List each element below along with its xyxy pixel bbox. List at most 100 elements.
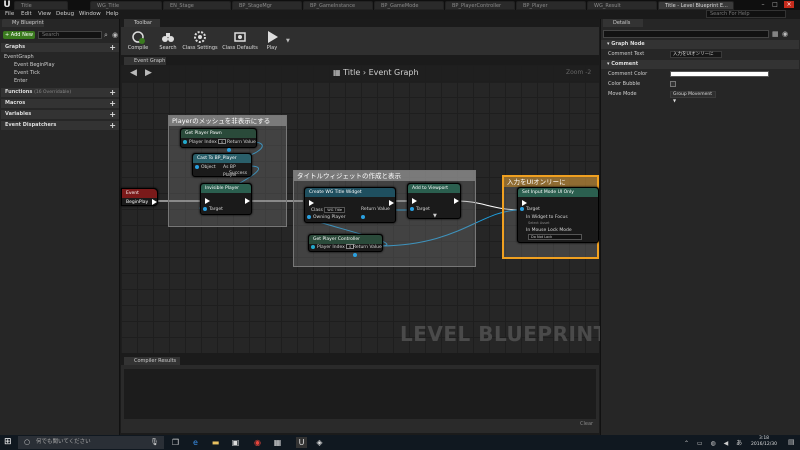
cast-title: Cast To BP_Player — [193, 154, 251, 163]
invisible-player-node[interactable]: Invisible Player Target — [200, 183, 252, 215]
player-index-value[interactable]: 0 — [218, 139, 227, 144]
widget-focus-select[interactable]: Select Asset — [528, 219, 549, 227]
cast-object-label: Object — [201, 165, 216, 170]
microphone-icon[interactable]: 🎙 — [150, 436, 159, 449]
controller-return-pin[interactable]: Return Value — [353, 244, 382, 257]
comment-title-1: Playerのメッシュを非表示にする — [169, 116, 286, 126]
compiler-output[interactable] — [124, 369, 596, 419]
add-to-viewport-node[interactable]: Add to Viewport Target ▼ — [407, 183, 461, 219]
widget-return-label: Return Value — [361, 207, 390, 212]
comment-title-2: タイトルウィジェットの作成と表示 — [294, 171, 475, 181]
mouse-lock-label: In Mouse Lock Mode — [526, 228, 572, 233]
controller-label: Get Player Controller — [313, 237, 361, 242]
store-icon[interactable]: ▣ — [230, 437, 241, 448]
move-mode-label: Move Mode — [608, 91, 637, 97]
app-icon[interactable]: ▦ — [272, 437, 283, 448]
collapse-chevron-icon: ▾ — [607, 41, 610, 47]
invisible-title: Invisible Player — [201, 184, 251, 193]
comment-color-label: Comment Color — [608, 71, 648, 77]
notification-icon[interactable]: ▤ — [788, 438, 795, 446]
cast-success-pin[interactable]: Success — [229, 170, 247, 178]
widget-focus-hint: Select Asset — [528, 221, 550, 225]
grid-view-icon[interactable]: ▦ — [772, 30, 779, 38]
viewport-target-pin[interactable]: Target — [410, 206, 430, 214]
owning-player-pin[interactable]: Owning Player — [307, 214, 345, 222]
object-pin-icon — [195, 164, 199, 169]
get-player-pawn-title: Get Player Pawn — [181, 129, 256, 138]
expand-chevron-icon[interactable]: ▼ — [433, 213, 437, 219]
color-bubble-checkbox[interactable] — [670, 81, 676, 87]
invisible-label: Invisible Player — [205, 186, 239, 191]
tray-icons[interactable]: ⌃ ▭ ◍ ◀ あ — [684, 438, 745, 447]
taskbar-search-input[interactable]: 何でも聞いてください — [18, 436, 164, 449]
set-input-target-label: Target — [526, 207, 540, 212]
player-index-pin[interactable]: Player Index 0 — [183, 139, 227, 147]
comment-section[interactable]: ▾ Comment — [601, 60, 799, 69]
get-player-controller-node[interactable]: Get Player Controller Player Index 0 Ret… — [308, 234, 383, 257]
class-pin[interactable]: Class WG Title — [311, 206, 346, 214]
cast-object-pin[interactable]: Object — [195, 164, 216, 172]
collapse-chevron-icon: ▾ — [607, 61, 610, 67]
owning-player-label: Owning Player — [313, 215, 346, 220]
cast-success-label: Success — [229, 171, 248, 176]
object-pin-icon — [353, 252, 357, 257]
level-blueprint-watermark: LEVEL BLUEPRINT — [400, 322, 608, 346]
event-beginplay-node[interactable]: Event BeginPlay — [121, 188, 158, 206]
eye-icon[interactable]: ◉ — [782, 30, 788, 38]
explorer-icon[interactable]: ▬ — [210, 437, 221, 448]
details-search-input[interactable] — [603, 30, 769, 38]
chevron-down-icon: ▼ — [673, 98, 677, 103]
graph-node-section[interactable]: ▾ Graph Node — [601, 40, 799, 49]
set-input-target-pin[interactable]: Target — [520, 206, 540, 214]
cast-label: Cast To BP_Player — [197, 156, 237, 161]
widget-return-pin[interactable]: Return Value — [361, 206, 395, 219]
exec-out-pin[interactable] — [152, 199, 157, 205]
windows-start-icon[interactable]: ⊞ — [4, 436, 12, 449]
class-value[interactable]: WG Title — [324, 207, 346, 213]
comment-color-swatch[interactable] — [670, 71, 769, 77]
invisible-target-pin[interactable]: Target — [203, 206, 223, 214]
cast-bp-player-node[interactable]: Cast To BP_Player Object As BP Player Su… — [192, 153, 252, 178]
controller-index-pin[interactable]: Player Index 0 — [311, 244, 355, 252]
viewport-target-label: Target — [416, 207, 430, 212]
controller-title: Get Player Controller — [309, 235, 382, 244]
create-widget-node[interactable]: Create WG Title Widget Class WG Title Re… — [304, 187, 396, 223]
comment-text-label: Comment Text — [608, 51, 645, 57]
exec-in-pin[interactable] — [205, 198, 210, 204]
set-input-label: Set Input Mode UI Only — [522, 190, 574, 195]
exec-out-pin[interactable] — [245, 198, 250, 204]
exec-out-pin[interactable] — [454, 198, 459, 204]
create-widget-label: Create WG Title Widget — [309, 190, 362, 195]
object-pin-icon — [227, 147, 231, 152]
pawn-return-pin[interactable]: Return Value — [227, 139, 256, 152]
search-icon: ○ — [24, 438, 31, 446]
controller-return-label: Return Value — [353, 245, 382, 250]
comment-text-field[interactable]: 入力をUIオンリーに — [670, 51, 722, 58]
edge-icon[interactable]: e — [190, 437, 201, 448]
object-pin-icon — [203, 206, 207, 211]
class-label: Class — [311, 208, 323, 213]
get-player-pawn-node[interactable]: Get Player Pawn Player Index 0 Return Va… — [180, 128, 257, 152]
unreal-taskbar-icon[interactable]: U — [296, 437, 307, 448]
viewport-label: Add to Viewport — [412, 186, 448, 191]
clear-button[interactable]: Clear — [580, 421, 593, 427]
player-index-label: Player Index — [189, 140, 217, 145]
details-tab[interactable]: Details — [603, 19, 643, 27]
compiler-results-tab[interactable]: Compiler Results — [124, 357, 180, 365]
mouse-lock-dropdown[interactable]: Do Not Lock — [528, 234, 582, 240]
invisible-target-label: Target — [209, 207, 223, 212]
misc-app-icon[interactable]: ◈ — [314, 437, 325, 448]
chrome-icon[interactable]: ◉ — [252, 437, 263, 448]
create-widget-title: Create WG Title Widget — [305, 188, 395, 197]
object-pin-icon — [361, 214, 365, 219]
object-pin-icon — [307, 214, 311, 219]
graph-node-header-label: Graph Node — [611, 41, 645, 47]
viewport-title: Add to Viewport — [408, 184, 460, 193]
exec-in-pin[interactable] — [412, 198, 417, 204]
int-pin-icon — [311, 244, 315, 249]
object-pin-icon — [520, 206, 524, 211]
move-mode-dropdown[interactable]: Group Movement ▼ — [670, 91, 716, 103]
set-input-mode-node[interactable]: Set Input Mode UI Only Target In Widget … — [517, 187, 599, 243]
clock[interactable]: 3:18 2016/12/30 — [744, 436, 784, 448]
task-view-icon[interactable]: ❐ — [170, 437, 181, 448]
